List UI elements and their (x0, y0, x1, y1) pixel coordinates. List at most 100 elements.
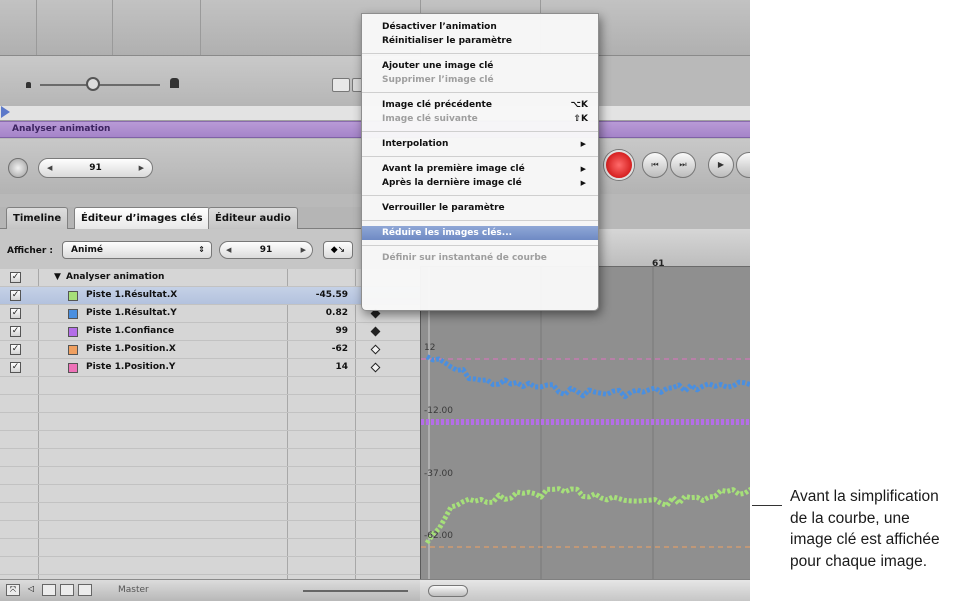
param-color-swatch (68, 345, 78, 355)
empty-row (0, 521, 420, 539)
param-row[interactable]: ✓ Piste 1.Confiance 99 (0, 323, 420, 341)
empty-row (0, 395, 420, 413)
menu-item-interpolation[interactable]: Interpolation ▶ (362, 137, 598, 151)
tab-timeline[interactable]: Timeline (6, 207, 69, 229)
menu-item-previous-keyframe[interactable]: Image clé précédente ⌥K (362, 98, 598, 112)
zoom-slider-thumb[interactable] (86, 77, 100, 91)
menu-item-before-first-keyframe[interactable]: Avant la première image clé ▶ (362, 162, 598, 176)
filter-label: Afficher : (7, 246, 54, 256)
menu-item-lock-parameter[interactable]: Verrouiller le paramètre (362, 201, 598, 215)
param-value[interactable]: -62 (332, 344, 348, 354)
param-value[interactable]: 0.82 (326, 308, 348, 318)
behavior-bar-label: Analyser animation (12, 124, 111, 134)
param-row[interactable]: ✓ Piste 1.Position.Y 14 (0, 359, 420, 377)
menu-shortcut: ⌥K (570, 100, 588, 110)
param-row[interactable]: ✓ Piste 1.Résultat.Y 0.82 (0, 305, 420, 323)
fit-icon[interactable]: ⤧ (6, 584, 20, 596)
param-label: Piste 1.Position.Y (86, 362, 176, 372)
callout-line: pour chaque image. (790, 552, 928, 570)
menu-item-label: Après la dernière image clé (382, 178, 522, 188)
frame-field[interactable]: ◀ 91 ▶ (219, 241, 313, 259)
zoom-out-icon[interactable] (26, 82, 31, 88)
zoom-in-icon[interactable] (170, 78, 179, 88)
menu-item-reduce-keyframes[interactable]: Réduire les images clés... (362, 226, 598, 240)
go-to-end-button[interactable]: ⏭ (670, 152, 696, 178)
curve-snapshot-icon[interactable] (42, 584, 56, 596)
param-value[interactable]: 14 (335, 362, 348, 372)
menu-item-set-curve-snapshot: Définir sur instantané de courbe (382, 253, 547, 263)
footer-zoom-slider[interactable] (303, 590, 408, 592)
menu-item-label: Avant la première image clé (382, 164, 525, 174)
param-group-label: Analyser animation (66, 272, 165, 282)
menu-item-disable-animation[interactable]: Désactiver l’animation (362, 20, 598, 34)
keyframe-diamond-hollow-icon[interactable] (370, 362, 381, 373)
menu-item-after-last-keyframe[interactable]: Après la dernière image clé ▶ (362, 176, 598, 190)
submenu-arrow-icon: ▶ (580, 165, 586, 173)
go-to-start-button[interactable]: ⏮ (642, 152, 668, 178)
graph-value-label: -62.00 (424, 531, 454, 541)
timecode-increment-icon[interactable]: ▶ (139, 159, 144, 177)
clock-icon[interactable] (8, 158, 28, 178)
menu-item-label: Image clé suivante (382, 114, 478, 124)
keyframe-diamond-hollow-icon[interactable] (370, 344, 381, 355)
param-row[interactable]: ✓ Piste 1.Position.X -62 (0, 341, 420, 359)
menu-item-add-keyframe[interactable]: Ajouter une image clé (362, 59, 598, 73)
graph-value-label: 12 (424, 343, 436, 353)
keyframe-tool-button[interactable]: ◆↘ (323, 241, 353, 259)
empty-row (0, 413, 420, 431)
param-value[interactable]: -45.59 (316, 290, 348, 300)
param-group-row[interactable]: ✓ ▼ Analyser animation (0, 269, 420, 287)
menu-separator (362, 195, 598, 196)
menu-separator (362, 53, 598, 54)
keyframe-editor-window: Analyser animation ◀ 91 ▶ ⏮ ⏭ ▶ Timeline… (0, 0, 750, 601)
graph-value-label: -12.00 (424, 406, 454, 416)
param-checkbox[interactable]: ✓ (10, 326, 21, 337)
param-checkbox[interactable]: ✓ (10, 290, 21, 301)
frame-decrement-icon[interactable]: ◀ (226, 242, 231, 258)
curve-resultat-x (424, 486, 750, 545)
timecode-field[interactable]: ◀ 91 ▶ (38, 158, 153, 178)
menu-item-delete-keyframe: Supprimer l’image clé (382, 75, 494, 85)
param-value[interactable]: 99 (335, 326, 348, 336)
empty-row (0, 557, 420, 575)
graph-view-icon[interactable] (78, 584, 92, 596)
param-color-swatch (68, 309, 78, 319)
menu-separator (362, 220, 598, 221)
param-label: Piste 1.Confiance (86, 326, 175, 336)
menu-separator (362, 245, 598, 246)
param-color-swatch (68, 327, 78, 337)
tab-audio-editor[interactable]: Éditeur audio (208, 207, 298, 229)
param-color-swatch (68, 291, 78, 301)
context-menu: Désactiver l’animation Réinitialiser le … (361, 13, 599, 311)
view-mode-button[interactable] (332, 78, 350, 92)
zoom-slider-track[interactable] (40, 84, 160, 86)
empty-row (0, 377, 420, 395)
disclosure-triangle-icon[interactable]: ▼ (54, 272, 61, 282)
param-row[interactable]: ✓ Piste 1.Résultat.X -45.59 (0, 287, 420, 305)
empty-row (0, 539, 420, 557)
audio-icon[interactable]: ◁ (24, 584, 38, 596)
menu-shortcut: ⇧K (573, 114, 588, 124)
menu-separator (362, 156, 598, 157)
callout-leader-line (752, 505, 782, 506)
list-view-icon[interactable] (60, 584, 74, 596)
tab-keyframe-editor[interactable]: Éditeur d’images clés (74, 207, 210, 229)
play-button[interactable]: ▶ (708, 152, 734, 178)
graph-horizontal-scrollbar[interactable] (420, 579, 750, 601)
menu-item-label: Interpolation (382, 139, 449, 149)
curve-resultat-y (425, 354, 750, 400)
param-checkbox[interactable]: ✓ (10, 344, 21, 355)
record-button[interactable] (604, 150, 634, 180)
callout-caption: Avant la simplification de la courbe, un… (790, 486, 979, 572)
graph-scroll-thumb[interactable] (428, 585, 468, 597)
parameter-list: ✓ ▼ Analyser animation ✓ Piste 1.Résulta… (0, 269, 420, 579)
keyframe-diamond-icon[interactable] (370, 326, 381, 337)
timecode-decrement-icon[interactable]: ◀ (47, 159, 52, 177)
param-checkbox[interactable]: ✓ (10, 308, 21, 319)
frame-increment-icon[interactable]: ▶ (301, 242, 306, 258)
param-checkbox[interactable]: ✓ (10, 362, 21, 373)
param-checkbox[interactable]: ✓ (10, 272, 21, 283)
frame-value: 91 (259, 245, 273, 255)
menu-item-reset-parameter[interactable]: Réinitialiser le paramètre (362, 34, 598, 48)
filter-popup[interactable]: Animé ⇕ (62, 241, 212, 259)
